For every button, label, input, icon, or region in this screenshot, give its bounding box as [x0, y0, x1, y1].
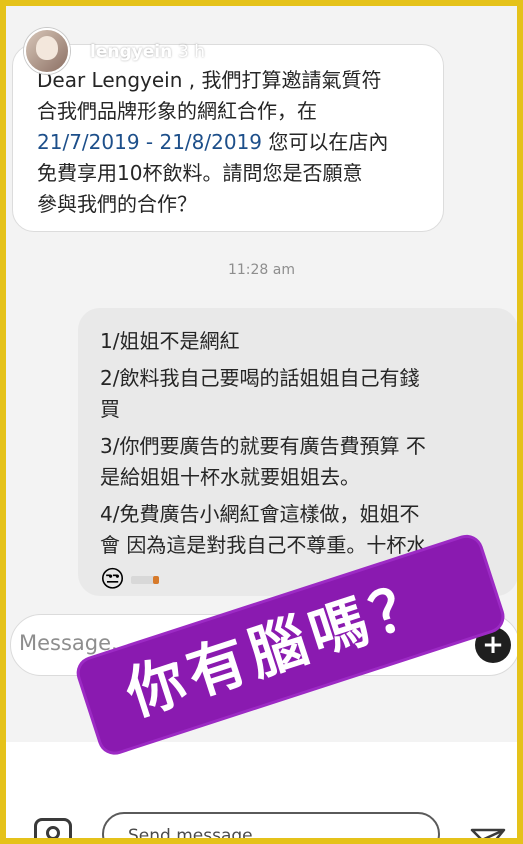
outgoing-line-4: 3/你們要廣告的就要有廣告費預算 不 [100, 434, 426, 458]
incoming-line-3: 21/7/2019 - 21/8/2019 您可以在店內 [37, 127, 423, 158]
incoming-line-5: 參與我們的合作？ [37, 192, 197, 216]
send-message-field[interactable]: Send message [102, 812, 440, 844]
outgoing-line-2: 2/飲料我自己要喝的話姐姐自己有錢 [100, 366, 420, 390]
incoming-message-bubble: Dear Lengyein , 我們打算邀請氣質符 合我們品牌形象的網紅合作，在… [12, 44, 444, 232]
paper-plane-icon[interactable] [470, 828, 506, 844]
story-username[interactable]: lengyein [90, 42, 172, 62]
incoming-line-4: 免費享用10杯飲料。請問您是否願意 [37, 161, 363, 185]
outgoing-line-6: 4/免費廣告小網紅會這樣做，姐姐不 [100, 502, 420, 526]
camera-icon[interactable] [34, 818, 72, 838]
send-message-placeholder: Send message [128, 826, 253, 844]
outgoing-line-5: 是給姐姐十杯水就要姐姐去。 [100, 465, 360, 489]
story-avatar[interactable] [24, 28, 70, 74]
dm-screenshot: Dear Lengyein , 我們打算邀請氣質符 合我們品牌形象的網紅合作，在… [6, 6, 517, 838]
date-range-link[interactable]: 21/7/2019 - 21/8/2019 [37, 130, 262, 154]
incoming-line-2: 合我們品牌形象的網紅合作，在 [37, 99, 317, 123]
story-frame: Dear Lengyein , 我們打算邀請氣質符 合我們品牌形象的網紅合作，在… [0, 0, 523, 844]
outgoing-line-3: 買 [100, 397, 120, 421]
story-time-ago: 3 h [178, 42, 205, 62]
incoming-line-1: Dear Lengyein , 我們打算邀請氣質符 [37, 68, 382, 92]
incoming-line-3-suffix: 您可以在店內 [262, 130, 389, 154]
cigarette-icon [131, 576, 160, 584]
unamused-face-icon: 😒 [100, 565, 126, 593]
outgoing-line-1: 1/姐姐不是網紅 [100, 329, 240, 353]
message-timestamp: 11:28 am [227, 262, 295, 278]
